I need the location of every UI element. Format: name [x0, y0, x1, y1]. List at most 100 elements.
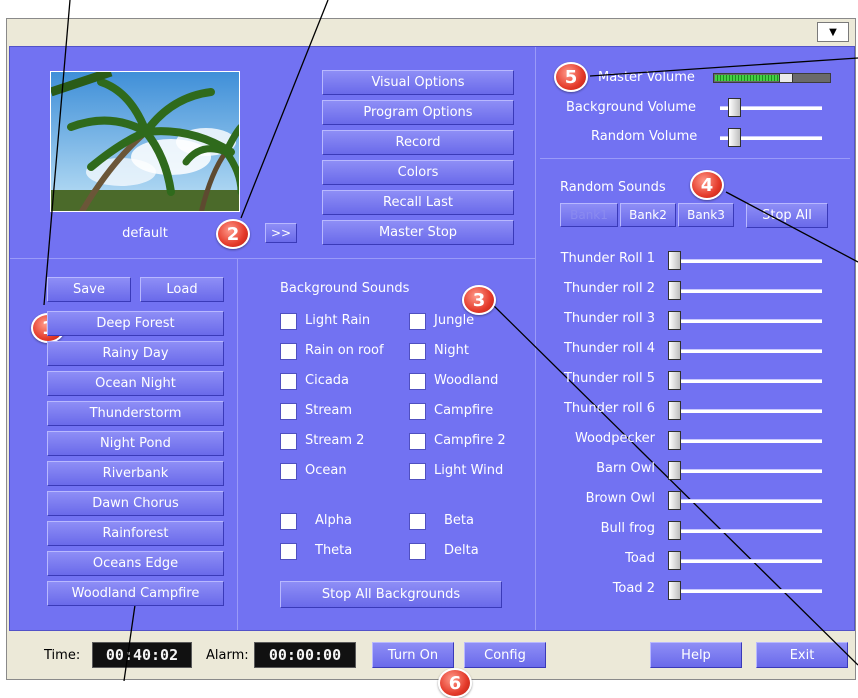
program-options-button[interactable]: Program Options [322, 100, 514, 125]
checkbox-label-bg-right: Woodland [434, 373, 499, 388]
random-sound-thumb[interactable] [668, 521, 681, 540]
checkbox-bg-right[interactable] [409, 343, 426, 360]
random-sound-thumb[interactable] [668, 491, 681, 510]
divider-right-column [535, 47, 536, 630]
checkbox-label-bg-left: Rain on roof [305, 343, 384, 358]
random-sound-track[interactable] [670, 529, 822, 533]
random-sounds-title: Random Sounds [560, 180, 666, 195]
preset-item[interactable]: Deep Forest [47, 311, 224, 336]
palm-scene-image [51, 72, 239, 211]
checkbox-wave-left[interactable] [280, 543, 297, 560]
recall-last-button[interactable]: Recall Last [322, 190, 514, 215]
turn-on-button[interactable]: Turn On [372, 642, 454, 668]
preset-item[interactable]: Thunderstorm [47, 401, 224, 426]
checkbox-label-bg-left: Stream [305, 403, 353, 418]
random-sound-thumb[interactable] [668, 311, 681, 330]
random-sound-track[interactable] [670, 259, 822, 263]
random-volume-label: Random Volume [591, 129, 698, 144]
preset-item[interactable]: Dawn Chorus [47, 491, 224, 516]
checkbox-label-bg-right: Campfire 2 [434, 433, 506, 448]
exit-button[interactable]: Exit [756, 642, 848, 668]
checkbox-label-bg-right: Night [434, 343, 469, 358]
visual-options-button[interactable]: Visual Options [322, 70, 514, 95]
stop-all-random-button[interactable]: Stop All [746, 203, 828, 228]
master-stop-button[interactable]: Master Stop [322, 220, 514, 245]
random-sound-thumb[interactable] [668, 581, 681, 600]
checkbox-wave-right[interactable] [409, 513, 426, 530]
random-sound-track[interactable] [670, 589, 822, 593]
random-sound-label: Thunder roll 4 [563, 341, 655, 356]
random-sound-thumb[interactable] [668, 401, 681, 420]
callout-badge-2: 2 [216, 219, 250, 249]
checkbox-bg-left[interactable] [280, 343, 297, 360]
random-sound-thumb[interactable] [668, 281, 681, 300]
random-sound-track[interactable] [670, 559, 822, 563]
checkbox-bg-right[interactable] [409, 463, 426, 480]
alarm-display[interactable]: 00:00:00 [254, 642, 356, 668]
preset-item[interactable]: Riverbank [47, 461, 224, 486]
more-button[interactable]: >> [265, 223, 297, 243]
random-sound-track[interactable] [670, 439, 822, 443]
random-volume-thumb[interactable] [728, 128, 742, 147]
random-sound-track[interactable] [670, 469, 822, 473]
checkbox-wave-left[interactable] [280, 513, 297, 530]
checkbox-bg-right[interactable] [409, 403, 426, 420]
random-sound-thumb[interactable] [668, 251, 681, 270]
random-sound-thumb[interactable] [668, 371, 681, 390]
bank2-button[interactable]: Bank2 [620, 203, 676, 227]
checkbox-bg-left[interactable] [280, 463, 297, 480]
save-button[interactable]: Save [47, 277, 131, 302]
checkbox-bg-right[interactable] [409, 313, 426, 330]
checkbox-bg-left[interactable] [280, 313, 297, 330]
random-sound-thumb[interactable] [668, 551, 681, 570]
preset-item[interactable]: Oceans Edge [47, 551, 224, 576]
checkbox-bg-left[interactable] [280, 403, 297, 420]
checkbox-label-bg-right: Jungle [434, 313, 475, 328]
scene-thumbnail[interactable] [50, 71, 240, 212]
checkbox-bg-right[interactable] [409, 433, 426, 450]
record-button[interactable]: Record [322, 130, 514, 155]
load-button[interactable]: Load [140, 277, 224, 302]
random-sound-track[interactable] [670, 499, 822, 503]
random-sound-thumb[interactable] [668, 341, 681, 360]
time-label: Time: [44, 648, 81, 663]
random-sound-track[interactable] [670, 289, 822, 293]
callout-badge-4: 4 [690, 170, 724, 200]
stop-all-backgrounds-button[interactable]: Stop All Backgrounds [280, 581, 502, 608]
window-menu-button[interactable]: ▼ [817, 22, 849, 42]
divider-presets [237, 259, 238, 630]
config-button[interactable]: Config [464, 642, 546, 668]
background-volume-thumb[interactable] [728, 98, 742, 117]
checkbox-bg-right[interactable] [409, 373, 426, 390]
master-volume-knob[interactable] [778, 74, 793, 82]
colors-button[interactable]: Colors [322, 160, 514, 185]
time-display: 00:40:02 [92, 642, 192, 668]
random-sound-label: Brown Owl [585, 491, 655, 506]
preset-item[interactable]: Woodland Campfire [47, 581, 224, 606]
random-sound-thumb[interactable] [668, 431, 681, 450]
checkbox-bg-left[interactable] [280, 433, 297, 450]
random-sound-thumb[interactable] [668, 461, 681, 480]
preset-name-label: default [122, 226, 168, 241]
preset-item[interactable]: Night Pond [47, 431, 224, 456]
random-sound-track[interactable] [670, 409, 822, 413]
preset-item[interactable]: Rainy Day [47, 341, 224, 366]
checkbox-label-wave-left: Theta [315, 543, 353, 558]
bank3-button[interactable]: Bank3 [678, 203, 734, 227]
checkbox-bg-left[interactable] [280, 373, 297, 390]
checkbox-wave-right[interactable] [409, 543, 426, 560]
preset-item[interactable]: Rainforest [47, 521, 224, 546]
callout-badge-3: 3 [462, 285, 496, 315]
random-sound-track[interactable] [670, 319, 822, 323]
random-sound-label: Toad [625, 551, 655, 566]
bank1-button[interactable]: Bank1 [560, 203, 618, 227]
random-sound-label: Toad 2 [612, 581, 655, 596]
preset-item[interactable]: Ocean Night [47, 371, 224, 396]
random-sound-track[interactable] [670, 349, 822, 353]
master-volume-meter[interactable] [713, 73, 831, 83]
background-sounds-title: Background Sounds [280, 281, 410, 296]
random-sound-track[interactable] [670, 379, 822, 383]
random-sound-label: Thunder Roll 1 [560, 251, 655, 266]
help-button[interactable]: Help [650, 642, 742, 668]
divider-volume [540, 158, 850, 159]
